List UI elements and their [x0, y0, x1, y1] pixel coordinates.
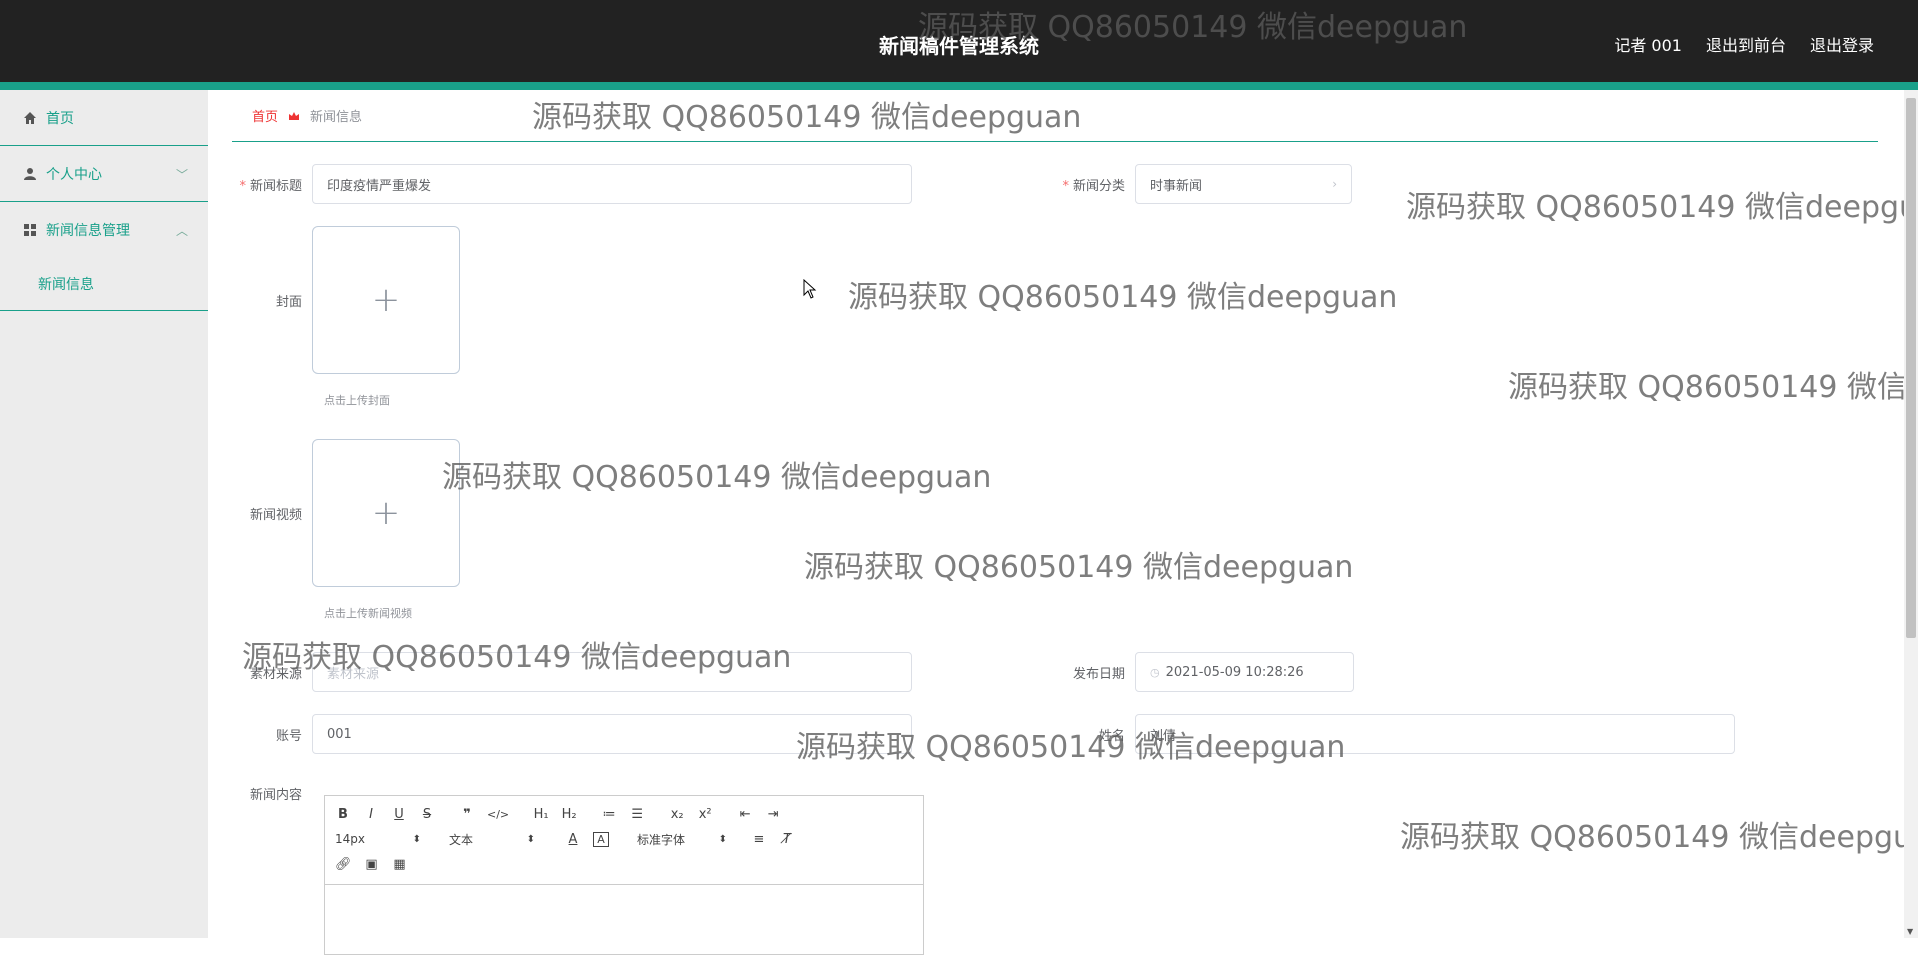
home-icon: [22, 110, 38, 126]
font-color-icon[interactable]: A: [565, 832, 581, 847]
category-select[interactable]: 时事新闻 ›: [1135, 164, 1352, 204]
font-family-select[interactable]: 标准字体 ⬍: [637, 831, 727, 848]
user-name-link[interactable]: 记者 001: [1614, 32, 1682, 56]
video-icon[interactable]: ▦: [392, 857, 408, 872]
go-frontend-link[interactable]: 退出到前台: [1706, 32, 1786, 56]
watermark: 源码获取 QQ86050149 微信deepguan: [1400, 820, 1918, 855]
breadcrumb: 首页 新闻信息: [232, 90, 1878, 142]
category-value: 时事新闻: [1150, 178, 1203, 194]
source-label: 素材来源: [249, 666, 302, 682]
content-row: 新闻内容: [232, 784, 312, 803]
code-icon[interactable]: </>: [487, 808, 509, 821]
cover-upload-tip: 点击上传封面: [324, 394, 390, 407]
date-label: 发布日期: [1072, 666, 1125, 682]
cover-row: 封面 +: [232, 226, 460, 374]
chevron-right-icon: ›: [1332, 177, 1337, 191]
sidebar-group-news: 新闻信息管理 ︿ 新闻信息: [0, 202, 208, 311]
clear-format-icon[interactable]: T̸: [779, 832, 795, 847]
subscript-icon[interactable]: x₂: [669, 807, 685, 822]
watermark: 源码获取 QQ86050149 微信deepguan: [804, 550, 1354, 585]
mouse-cursor-icon: [803, 278, 817, 303]
background-color-icon[interactable]: A: [593, 831, 609, 847]
account-label: 账号: [275, 728, 302, 744]
sidebar-item-home[interactable]: 首页: [0, 90, 208, 146]
content-label: 新闻内容: [249, 788, 302, 803]
sidebar-item-news-management[interactable]: 新闻信息管理 ︿: [0, 202, 208, 258]
category-row: * 新闻分类 时事新闻 ›: [1043, 164, 1352, 204]
date-value: 2021-05-09 10:28:26: [1165, 664, 1304, 680]
account-row: 账号 001: [232, 714, 912, 754]
title-row: * 新闻标题 印度疫情严重爆发: [232, 164, 912, 204]
sidebar-item-label: 个人中心: [46, 166, 102, 183]
source-row: 素材来源 素材来源: [232, 652, 912, 692]
scroll-down-icon[interactable]: ▼: [1907, 927, 1913, 936]
title-label: * 新闻标题: [239, 178, 302, 194]
strikethrough-icon[interactable]: S: [419, 807, 435, 822]
watermark: 源码获取 QQ86050149 微信deepguan: [848, 280, 1398, 315]
bold-icon[interactable]: B: [335, 807, 351, 822]
image-icon[interactable]: ▣: [364, 857, 380, 872]
plus-icon: +: [371, 280, 401, 320]
watermark: 源码获取 QQ86050149 微信deepguan: [442, 460, 992, 495]
video-row: 新闻视频 +: [232, 439, 460, 587]
name-input[interactable]: 刘倩: [1135, 714, 1735, 754]
logout-link[interactable]: 退出登录: [1810, 32, 1874, 56]
video-upload-tip: 点击上传新闻视频: [324, 607, 412, 620]
title-input[interactable]: 印度疫情严重爆发: [312, 164, 912, 204]
align-icon[interactable]: ≡: [751, 832, 767, 847]
paragraph-select[interactable]: 文本 ⬍: [449, 831, 535, 848]
cover-upload[interactable]: +: [312, 226, 460, 374]
account-input[interactable]: 001: [312, 714, 912, 754]
date-picker[interactable]: ◷ 2021-05-09 10:28:26: [1135, 652, 1354, 692]
main-content: 首页 新闻信息: [232, 90, 1878, 142]
chevron-up-icon: ︿: [175, 224, 188, 238]
outdent-icon[interactable]: ⇤: [737, 807, 753, 822]
video-label: 新闻视频: [249, 507, 302, 523]
watermark: 源码获取 QQ86050149 微信deepguan: [1508, 370, 1918, 405]
scrollbar-thumb[interactable]: [1906, 98, 1916, 638]
name-row: 姓名 刘倩: [1043, 714, 1735, 754]
editor-toolbar: B I U S ❞ </> H₁ H₂ ≔ ☰ x₂ x² ⇤ ⇥ 14px ⬍ …: [325, 796, 923, 885]
quote-icon[interactable]: ❞: [459, 807, 475, 822]
sidebar: 首页 个人中心 ﹀ 新闻信息管理 ︿ 新闻信息: [0, 90, 208, 938]
underline-icon[interactable]: U: [391, 807, 407, 822]
superscript-icon[interactable]: x²: [697, 807, 713, 822]
rich-text-editor: B I U S ❞ </> H₁ H₂ ≔ ☰ x₂ x² ⇤ ⇥ 14px ⬍ …: [324, 795, 924, 955]
link-icon[interactable]: 🔗︎: [335, 857, 352, 872]
indent-icon[interactable]: ⇥: [765, 807, 781, 822]
category-label: * 新闻分类: [1062, 178, 1125, 194]
header-links: 记者 001 退出到前台 退出登录: [1614, 32, 1874, 56]
user-icon: [22, 166, 38, 182]
plus-icon: +: [371, 493, 401, 533]
sidebar-item-label: 首页: [46, 110, 74, 127]
grid-icon: [22, 222, 38, 238]
source-input[interactable]: 素材来源: [312, 652, 912, 692]
sidebar-item-label: 新闻信息管理: [46, 223, 130, 239]
heading1-icon[interactable]: H₁: [533, 807, 549, 822]
italic-icon[interactable]: I: [363, 807, 379, 822]
heading2-icon[interactable]: H₂: [561, 807, 577, 822]
name-label: 姓名: [1098, 728, 1125, 744]
sidebar-subitem-news-info[interactable]: 新闻信息: [0, 258, 208, 310]
ordered-list-icon[interactable]: ≔: [601, 807, 617, 822]
breadcrumb-current: 新闻信息: [310, 110, 363, 125]
page-scrollbar[interactable]: ▼: [1904, 90, 1918, 938]
crown-icon: [288, 110, 300, 122]
cover-label: 封面: [275, 294, 302, 310]
watermark: 源码获取 QQ86050149 微信deepguan: [1406, 190, 1918, 225]
date-row: 发布日期 ◷ 2021-05-09 10:28:26: [1043, 652, 1354, 692]
chevron-down-icon: ﹀: [175, 168, 188, 182]
header-accent-bar: [0, 82, 1918, 90]
top-header: 新闻稿件管理系统 记者 001 退出到前台 退出登录: [0, 0, 1918, 82]
sidebar-item-profile[interactable]: 个人中心 ﹀: [0, 146, 208, 202]
breadcrumb-home[interactable]: 首页: [252, 106, 278, 125]
clock-icon: ◷: [1150, 665, 1160, 679]
bullet-list-icon[interactable]: ☰: [629, 807, 645, 822]
video-upload[interactable]: +: [312, 439, 460, 587]
font-size-select[interactable]: 14px ⬍: [335, 832, 421, 846]
